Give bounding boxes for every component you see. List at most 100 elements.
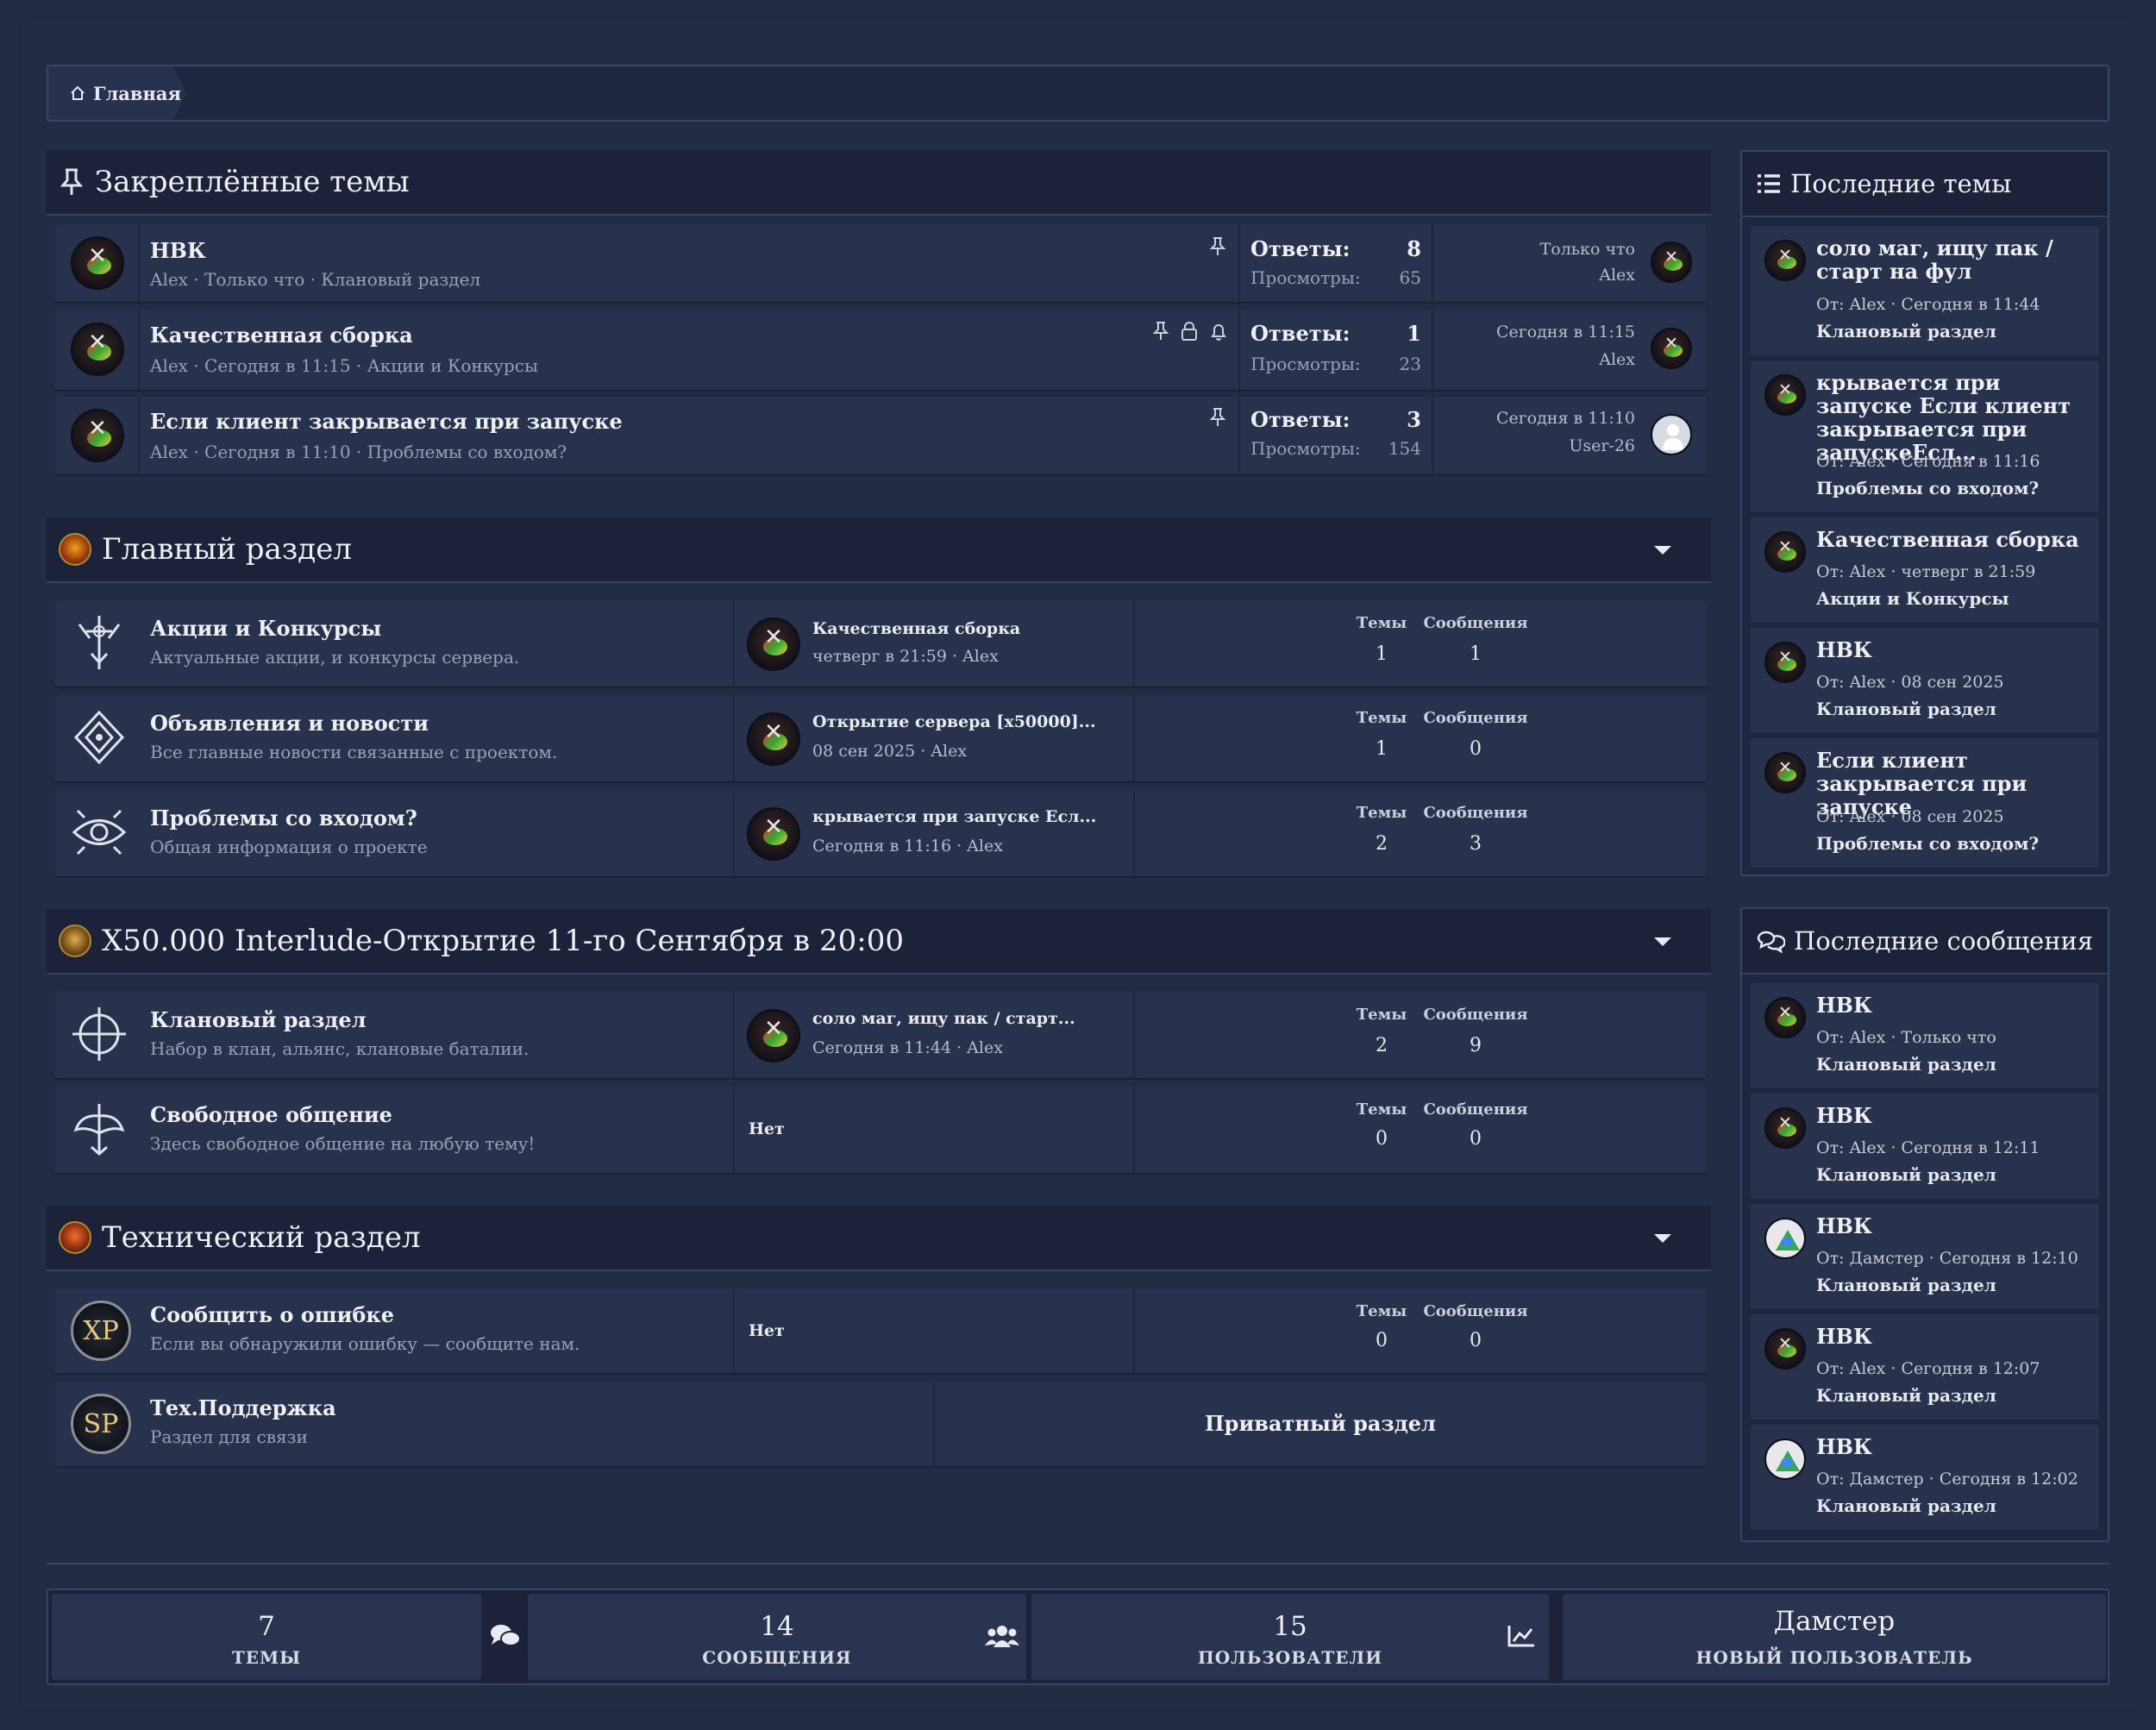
- forum-row[interactable]: Объявления и новости Все главные новости…: [55, 695, 1706, 783]
- author-avatar[interactable]: [71, 236, 124, 290]
- post-category[interactable]: Клановый раздел: [1816, 1385, 1996, 1406]
- last-poster-avatar[interactable]: [1651, 241, 1692, 283]
- eye-emblem-icon: [72, 809, 127, 856]
- latest-post-item[interactable]: НВК От: Alex · Только что Клановый разде…: [1751, 983, 2099, 1088]
- replies-label: Ответы:: [1250, 407, 1351, 432]
- author-avatar[interactable]: [1764, 374, 1806, 416]
- author-avatar[interactable]: [1764, 1328, 1806, 1370]
- last-post-avatar[interactable]: [747, 617, 800, 671]
- category-title[interactable]: X50.000 Interlude-Открытие 11-го Сентябр…: [102, 924, 904, 958]
- author-avatar[interactable]: [1764, 642, 1806, 683]
- last-poster-avatar[interactable]: [1651, 414, 1692, 455]
- last-post-user[interactable]: Alex: [1599, 350, 1635, 369]
- forum-name[interactable]: Свободное общение: [150, 1102, 392, 1127]
- latest-topic-item[interactable]: Если клиент закрывается при запуске От: …: [1751, 738, 2099, 868]
- forum-row[interactable]: Проблемы со входом? Общая информация о п…: [55, 790, 1706, 878]
- post-topic-title[interactable]: НВК: [1816, 1435, 2092, 1458]
- post-topic-title[interactable]: НВК: [1816, 1214, 2092, 1238]
- pinned-topic-row[interactable]: НВК Alex · Только что · Клановый раздел …: [55, 224, 1706, 304]
- chevron-down-icon[interactable]: [1652, 935, 1673, 949]
- topic-title[interactable]: крывается при запуске Если клиент закрыв…: [1816, 371, 2092, 464]
- forum-row[interactable]: Клановый раздел Набор в клан, альянс, кл…: [55, 992, 1706, 1080]
- post-topic-title[interactable]: НВК: [1816, 993, 2092, 1017]
- last-post-title[interactable]: соло маг, ищу пак / старт...: [812, 1009, 1075, 1028]
- topic-title[interactable]: Качественная сборка: [1816, 528, 2092, 551]
- topic-category[interactable]: Клановый раздел: [1816, 321, 1996, 342]
- pinned-topic-row[interactable]: Качественная сборка Alex · Сегодня в 11:…: [55, 309, 1706, 392]
- stat-newest-user[interactable]: Дамстер НОВЫЙ ПОЛЬЗОВАТЕЛЬ: [1563, 1594, 2106, 1680]
- forum-name[interactable]: Объявления и новости: [150, 711, 429, 736]
- replies-count: 3: [1407, 407, 1421, 432]
- last-post-title[interactable]: Открытие сервера [x50000]...: [812, 712, 1096, 731]
- latest-post-item[interactable]: НВК От: Alex · Сегодня в 12:07 Клановый …: [1751, 1314, 2099, 1420]
- topic-category[interactable]: Проблемы со входом?: [1816, 478, 2039, 498]
- author-avatar[interactable]: [71, 409, 124, 462]
- latest-topic-item[interactable]: НВК От: Alex · 08 сен 2025 Клановый разд…: [1751, 628, 2099, 733]
- post-topic-title[interactable]: НВК: [1816, 1104, 2092, 1127]
- topic-title[interactable]: Качественная сборка: [150, 323, 413, 348]
- author-avatar[interactable]: [1764, 997, 1806, 1038]
- latest-post-item[interactable]: НВК От: Дамстер · Сегодня в 12:02 Кланов…: [1751, 1425, 2099, 1530]
- latest-post-item[interactable]: НВК От: Дамстер · Сегодня в 12:10 Кланов…: [1751, 1204, 2099, 1309]
- last-post-avatar[interactable]: [747, 807, 800, 861]
- views-count: 154: [1388, 438, 1421, 459]
- topics-count: 1: [1376, 643, 1388, 665]
- post-category[interactable]: Клановый раздел: [1816, 1275, 1996, 1295]
- forum-name[interactable]: Проблемы со входом?: [150, 805, 417, 831]
- post-category[interactable]: Клановый раздел: [1816, 1495, 1996, 1516]
- breadcrumb-home[interactable]: Главная: [48, 66, 186, 120]
- post-category[interactable]: Клановый раздел: [1816, 1164, 1996, 1185]
- category-title[interactable]: Главный раздел: [102, 532, 352, 567]
- topics-count: 2: [1376, 1035, 1388, 1056]
- forum-name[interactable]: Тех.Поддержка: [150, 1395, 336, 1420]
- latest-topic-item[interactable]: Качественная сборка От: Alex · четверг в…: [1751, 517, 2099, 623]
- forum-row[interactable]: XP Сообщить о ошибке Если вы обнаружили …: [55, 1288, 1706, 1375]
- category-header[interactable]: Главный раздел: [47, 517, 1711, 583]
- forum-name[interactable]: Сообщить о ошибке: [150, 1302, 394, 1327]
- last-post-user[interactable]: Alex: [1599, 266, 1635, 285]
- last-post-title[interactable]: Качественная сборка: [812, 619, 1020, 638]
- latest-post-item[interactable]: НВК От: Alex · Сегодня в 12:11 Клановый …: [1751, 1094, 2099, 1199]
- author-avatar[interactable]: [1764, 1439, 1806, 1480]
- last-post-user[interactable]: User-26: [1569, 436, 1635, 455]
- author-avatar[interactable]: [71, 323, 124, 376]
- breadcrumb: Главная: [47, 65, 2109, 122]
- last-post-avatar[interactable]: [747, 1009, 800, 1062]
- breadcrumb-home-label: Главная: [93, 82, 181, 104]
- post-category[interactable]: Клановый раздел: [1816, 1054, 1996, 1075]
- topic-category[interactable]: Клановый раздел: [1816, 699, 1996, 719]
- forum-name[interactable]: Клановый раздел: [150, 1007, 367, 1032]
- author-avatar[interactable]: [1764, 240, 1806, 281]
- author-avatar[interactable]: [1764, 531, 1806, 573]
- category-header[interactable]: X50.000 Interlude-Открытие 11-го Сентябр…: [47, 909, 1711, 975]
- topic-title[interactable]: соло маг, ищу пак / старт на фул: [1816, 236, 2092, 283]
- pinned-topic-row[interactable]: Если клиент закрывается при запуске Alex…: [55, 397, 1706, 476]
- author-avatar[interactable]: [1764, 1218, 1806, 1259]
- stat-value[interactable]: Дамстер: [1563, 1606, 2106, 1637]
- topic-category[interactable]: Проблемы со входом?: [1816, 833, 2039, 854]
- chevron-down-icon[interactable]: [1652, 1232, 1673, 1245]
- topic-title[interactable]: НВК: [150, 238, 206, 263]
- post-topic-title[interactable]: НВК: [1816, 1325, 2092, 1348]
- topic-category[interactable]: Акции и Конкурсы: [1816, 588, 2009, 609]
- category-title[interactable]: Технический раздел: [102, 1220, 421, 1255]
- author-avatar[interactable]: [1764, 752, 1806, 793]
- latest-topic-item[interactable]: соло маг, ищу пак / старт на фул От: Ale…: [1751, 226, 2099, 355]
- pin-icon: [60, 168, 84, 195]
- stat-value: 14: [760, 1611, 794, 1642]
- last-poster-avatar[interactable]: [1651, 328, 1692, 369]
- latest-posts-title: Последние сообщения: [1794, 926, 2094, 956]
- last-post-avatar[interactable]: [747, 712, 800, 766]
- forum-name[interactable]: Акции и Конкурсы: [150, 616, 381, 641]
- topic-title[interactable]: Если клиент закрывается при запуске: [150, 409, 623, 434]
- wings-emblem-icon: [73, 1104, 125, 1156]
- forum-row[interactable]: Свободное общение Здесь свободное общени…: [55, 1087, 1706, 1175]
- forum-row[interactable]: SP Тех.Поддержка Раздел для связи Приват…: [55, 1382, 1706, 1468]
- author-avatar[interactable]: [1764, 1107, 1806, 1149]
- forum-row[interactable]: Акции и Конкурсы Актуальные акции, и кон…: [55, 600, 1706, 688]
- chevron-down-icon[interactable]: [1652, 543, 1673, 557]
- last-post-title[interactable]: крывается при запуске Есл...: [812, 807, 1096, 826]
- latest-topic-item[interactable]: крывается при запуске Если клиент закрыв…: [1751, 360, 2099, 512]
- topic-title[interactable]: НВК: [1816, 638, 2092, 661]
- category-header[interactable]: Технический раздел: [47, 1206, 1711, 1271]
